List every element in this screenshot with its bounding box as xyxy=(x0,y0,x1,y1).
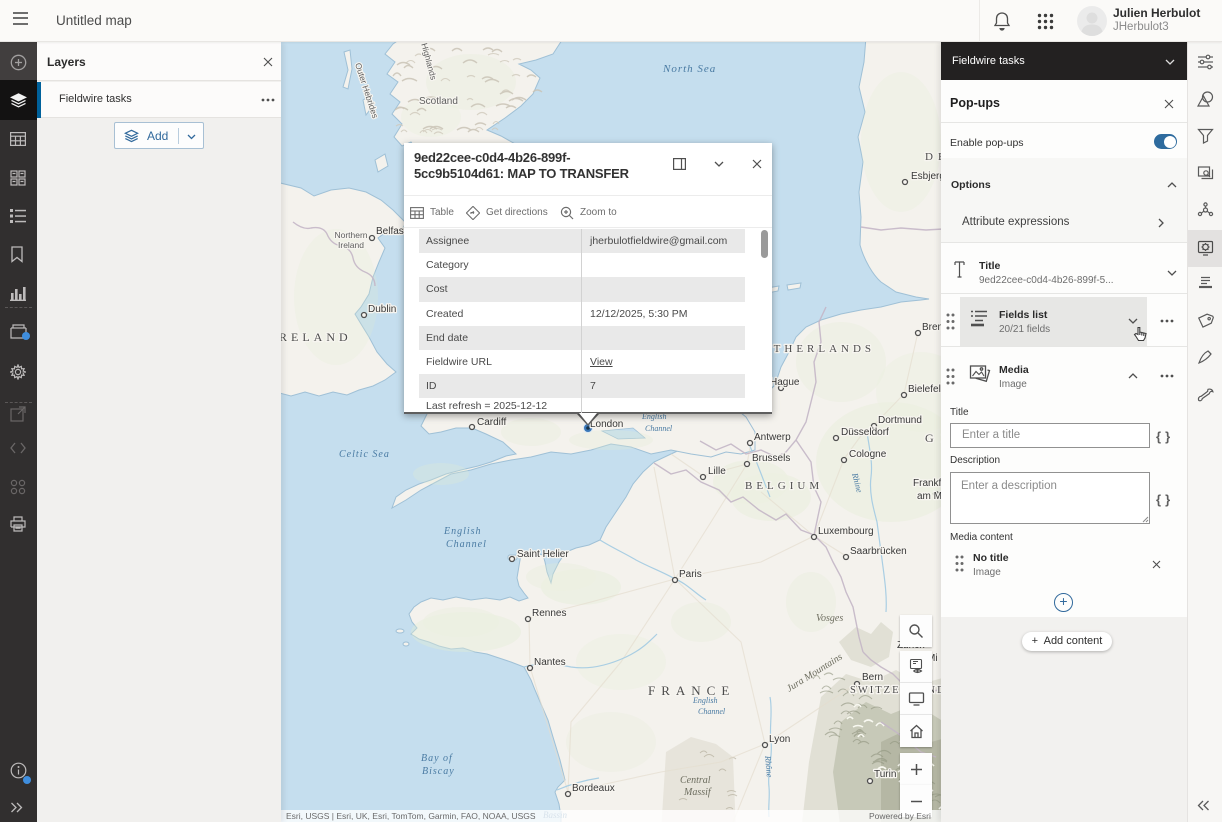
svg-text:Hague: Hague xyxy=(770,377,800,388)
svg-text:NW Highlands: NW Highlands xyxy=(415,42,439,81)
svg-text:Cardiff: Cardiff xyxy=(477,417,506,428)
svg-text:Rhône: Rhône xyxy=(763,754,775,778)
svg-text:FRANCE: FRANCE xyxy=(648,683,735,698)
svg-text:Channel: Channel xyxy=(698,707,726,716)
svg-text:Bordeaux: Bordeaux xyxy=(572,783,615,794)
svg-text:Dublin: Dublin xyxy=(368,304,396,315)
svg-text:English: English xyxy=(692,696,717,705)
svg-text:BELGIUM: BELGIUM xyxy=(745,480,823,492)
svg-text:Ireland: Ireland xyxy=(338,240,364,250)
svg-text:Jura Mountains: Jura Mountains xyxy=(785,651,845,694)
svg-text:Saarbrücken: Saarbrücken xyxy=(850,546,907,557)
svg-text:Massif: Massif xyxy=(683,787,712,798)
svg-text:Biscay: Biscay xyxy=(422,766,455,777)
svg-text:Antwerp: Antwerp xyxy=(754,432,791,443)
svg-text:Nantes: Nantes xyxy=(534,657,566,668)
svg-text:Brussels: Brussels xyxy=(752,453,790,464)
svg-text:Rennes: Rennes xyxy=(532,608,566,619)
svg-text:Lille: Lille xyxy=(708,466,726,477)
svg-text:Bay of: Bay of xyxy=(421,753,453,764)
svg-text:Celtic Sea: Celtic Sea xyxy=(339,449,390,460)
svg-text:Saint Helier: Saint Helier xyxy=(517,549,569,560)
svg-text:Düsseldorf: Düsseldorf xyxy=(841,427,889,438)
svg-text:Belfast: Belfast xyxy=(376,226,407,237)
svg-text:Channel: Channel xyxy=(446,539,487,550)
svg-text:Central: Central xyxy=(680,775,711,786)
svg-text:Cologne: Cologne xyxy=(849,449,887,460)
svg-text:Rhine: Rhine xyxy=(850,471,865,494)
svg-text:Esbjerg: Esbjerg xyxy=(911,171,945,182)
svg-text:Channel: Channel xyxy=(645,424,673,433)
svg-text:Luxembourg: Luxembourg xyxy=(818,526,874,537)
svg-text:Northern: Northern xyxy=(334,230,367,240)
svg-text:IRELAND: IRELAND xyxy=(281,330,352,344)
svg-text:Lyon: Lyon xyxy=(769,734,790,745)
svg-text:Paris: Paris xyxy=(679,569,702,580)
svg-text:Outer Hebrides: Outer Hebrides xyxy=(353,62,380,120)
svg-text:English: English xyxy=(443,526,482,537)
svg-text:SWITZERLAND: SWITZERLAND xyxy=(850,685,947,696)
svg-text:Scotland: Scotland xyxy=(419,96,458,107)
svg-text:Dortmund: Dortmund xyxy=(878,415,922,426)
svg-text:Vosges: Vosges xyxy=(816,613,843,624)
svg-text:Bern: Bern xyxy=(862,672,883,683)
svg-text:Turin: Turin xyxy=(874,769,896,780)
svg-text:North Sea: North Sea xyxy=(662,63,716,75)
